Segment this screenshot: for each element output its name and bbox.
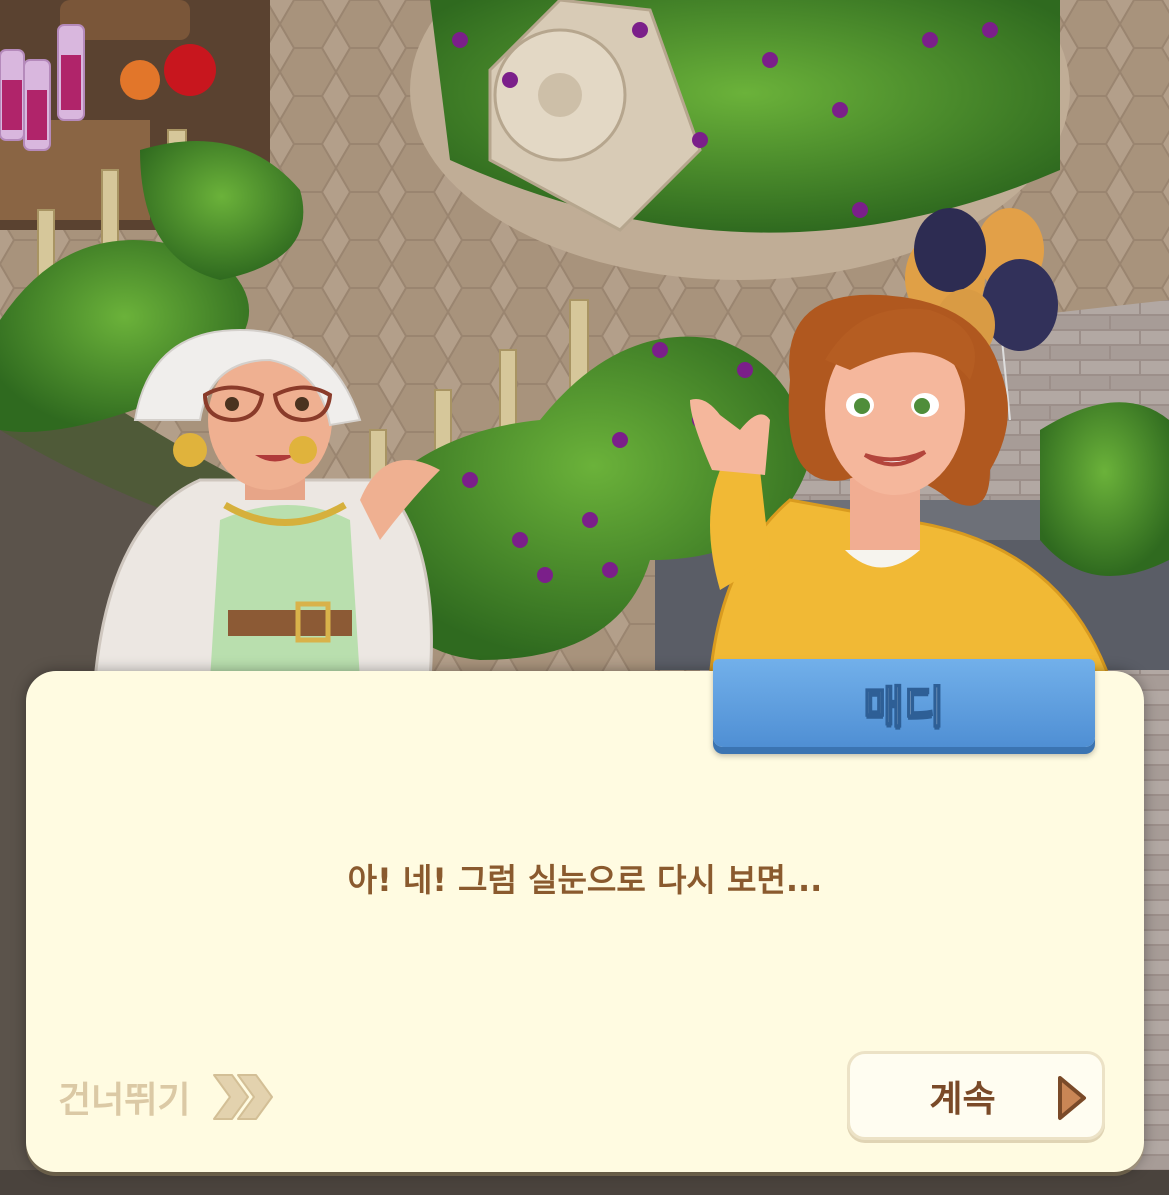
skip-label: 건너뛰기: [58, 1080, 191, 1121]
double-chevron-right-icon: [208, 1069, 274, 1125]
triangle-right-icon: [1054, 1074, 1088, 1126]
speaker-name: 매디: [863, 681, 946, 734]
skip-button[interactable]: 건너뛰기: [58, 1062, 328, 1132]
speaker-name-tag: 매디: [713, 659, 1095, 747]
dialog-text: 아! 네! 그럼 실눈으로 다시 보면...: [347, 861, 823, 899]
continue-button[interactable]: 계속: [847, 1051, 1105, 1140]
continue-label: 계속: [929, 1078, 996, 1120]
